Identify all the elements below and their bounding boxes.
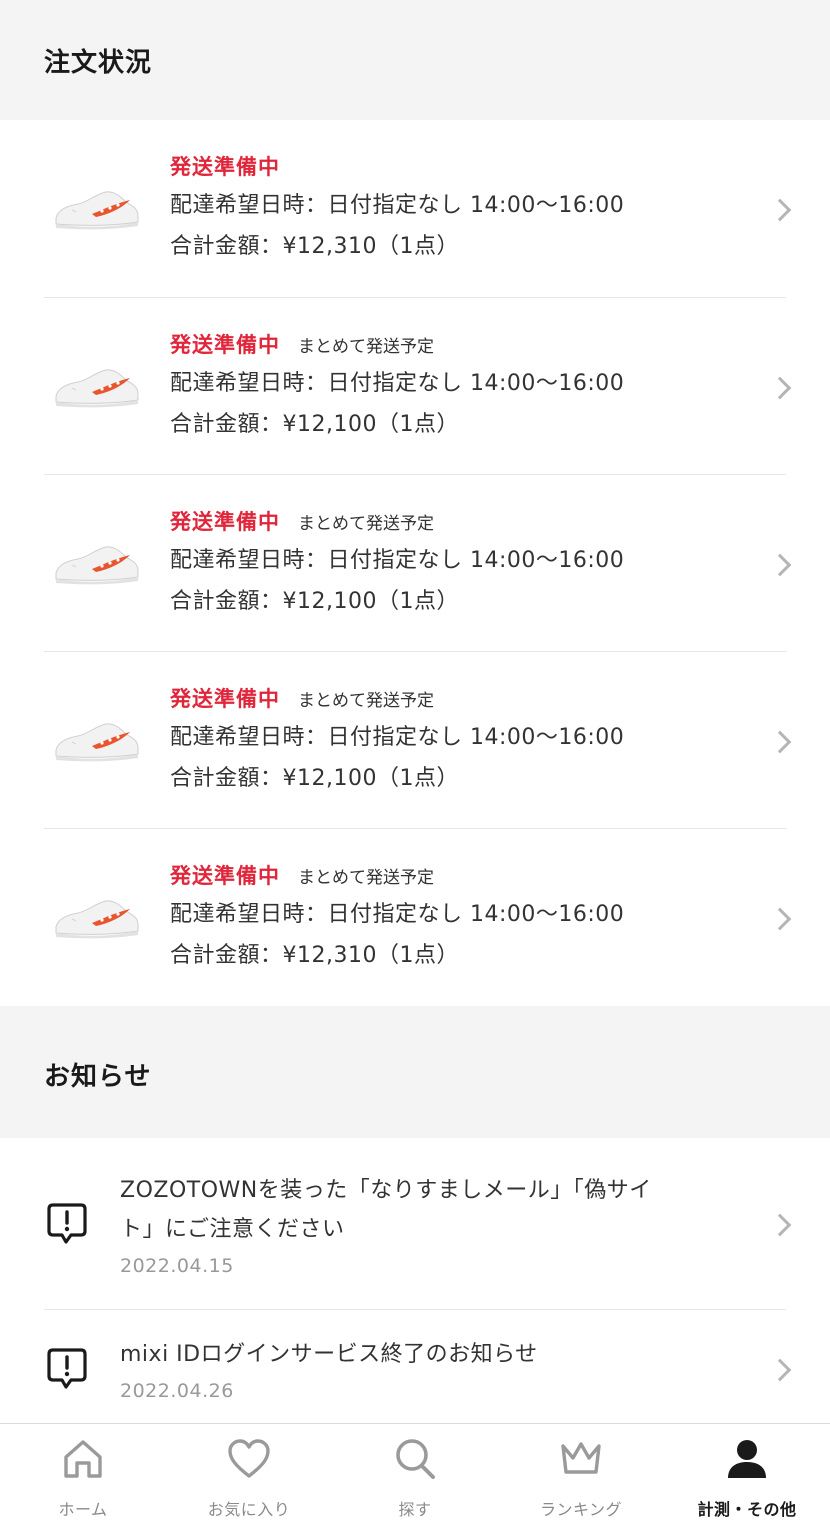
chevron-right-icon	[774, 379, 790, 395]
order-delivery: 配達希望日時：日付指定なし 14:00〜16:00	[170, 547, 625, 573]
order-status: 発送準備中	[170, 509, 280, 534]
news-item[interactable]: ZOZOTOWNを装った「なりすましメール」「偽サイ ト」にご注意ください 20…	[0, 1138, 830, 1310]
chevron-right-icon	[774, 1216, 790, 1232]
order-section-header: 注文状況	[0, 0, 830, 120]
news-date: 2022.04.15	[120, 1255, 234, 1277]
order-status-note: まとめて発送予定	[298, 513, 434, 534]
news-section-header: お知らせ	[0, 1010, 830, 1138]
alert-bubble-icon	[44, 1346, 90, 1392]
order-total: 合計金額：¥12,100（1点）	[170, 588, 459, 614]
product-thumbnail	[52, 893, 142, 943]
order-status-note: まとめて発送予定	[298, 867, 434, 888]
tab-search[interactable]: 探す	[332, 1424, 498, 1527]
order-item[interactable]: 発送準備中 まとめて発送予定 配達希望日時：日付指定なし 14:00〜16:00…	[0, 475, 830, 652]
chevron-right-icon	[774, 201, 790, 217]
crown-icon	[558, 1436, 604, 1482]
tab-label: ホーム	[58, 1500, 108, 1519]
order-delivery: 配達希望日時：日付指定なし 14:00〜16:00	[170, 901, 625, 927]
order-item[interactable]: 発送準備中 まとめて発送予定 配達希望日時：日付指定なし 14:00〜16:00…	[0, 829, 830, 1006]
search-icon	[392, 1436, 438, 1482]
order-section-title: 注文状況	[44, 47, 153, 78]
product-thumbnail	[52, 362, 142, 412]
order-delivery: 配達希望日時：日付指定なし 14:00〜16:00	[170, 370, 625, 396]
order-total: 合計金額：¥12,100（1点）	[170, 765, 459, 791]
product-thumbnail	[52, 716, 142, 766]
news-section-title: お知らせ	[44, 1061, 152, 1092]
order-total: 合計金額：¥12,100（1点）	[170, 411, 459, 437]
order-status-note: まとめて発送予定	[298, 336, 434, 357]
order-total: 合計金額：¥12,310（1点）	[170, 942, 459, 968]
chevron-right-icon	[774, 1361, 790, 1377]
tab-label: 探す	[398, 1500, 432, 1519]
chevron-right-icon	[774, 556, 790, 572]
home-icon	[60, 1436, 106, 1482]
chevron-right-icon	[774, 910, 790, 926]
order-item[interactable]: 発送準備中 まとめて発送予定 配達希望日時：日付指定なし 14:00〜16:00…	[0, 298, 830, 475]
order-status: 発送準備中	[170, 686, 280, 711]
alert-bubble-icon	[44, 1201, 90, 1247]
product-thumbnail	[52, 184, 142, 234]
person-icon	[724, 1436, 770, 1482]
news-list: ZOZOTOWNを装った「なりすましメール」「偽サイ ト」にご注意ください 20…	[0, 1138, 830, 1427]
news-item[interactable]: mixi IDログインサービス終了のお知らせ 2022.04.26	[0, 1310, 830, 1427]
order-status: 発送準備中	[170, 155, 280, 179]
order-status: 発送準備中	[170, 863, 280, 888]
order-total: 合計金額：¥12,310（1点）	[170, 234, 459, 259]
tab-label: ランキング	[539, 1500, 623, 1519]
news-title-line: ZOZOTOWNを装った「なりすましメール」「偽サイ	[120, 1178, 652, 1203]
news-date: 2022.04.26	[120, 1380, 234, 1402]
order-delivery: 配達希望日時：日付指定なし 14:00〜16:00	[170, 193, 625, 218]
news-title-line: mixi IDログインサービス終了のお知らせ	[120, 1342, 538, 1367]
order-item[interactable]: 発送準備中 配達希望日時：日付指定なし 14:00〜16:00 合計金額：¥12…	[0, 120, 830, 298]
tab-favorites[interactable]: お気に入り	[166, 1424, 332, 1527]
heart-icon	[226, 1436, 272, 1482]
order-status-note: まとめて発送予定	[298, 690, 434, 711]
tab-label: 計測・その他	[697, 1500, 797, 1519]
order-item[interactable]: 発送準備中 まとめて発送予定 配達希望日時：日付指定なし 14:00〜16:00…	[0, 652, 830, 829]
tab-measure-other[interactable]: 計測・その他	[664, 1424, 830, 1527]
product-thumbnail	[52, 539, 142, 589]
chevron-right-icon	[774, 733, 790, 749]
news-title-line: ト」にご注意ください	[120, 1217, 345, 1242]
order-list: 発送準備中 配達希望日時：日付指定なし 14:00〜16:00 合計金額：¥12…	[0, 120, 830, 1006]
tab-ranking[interactable]: ランキング	[498, 1424, 664, 1527]
order-status: 発送準備中	[170, 332, 280, 357]
tab-home[interactable]: ホーム	[0, 1424, 166, 1527]
bottom-tab-bar: ホーム お気に入り 探す ランキング 計測・その他	[0, 1423, 830, 1527]
order-delivery: 配達希望日時：日付指定なし 14:00〜16:00	[170, 724, 625, 750]
tab-label: お気に入り	[207, 1500, 291, 1519]
